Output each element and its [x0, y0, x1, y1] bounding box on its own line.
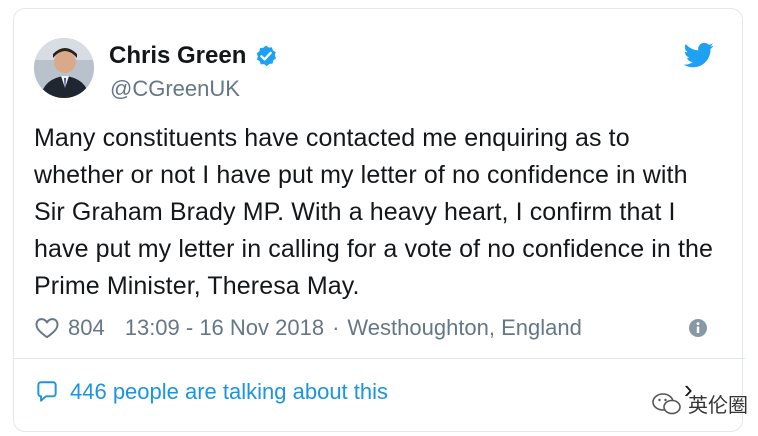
wechat-icon [652, 392, 681, 414]
watermark: 英伦圈 [652, 389, 748, 418]
heart-icon[interactable] [34, 315, 60, 341]
location[interactable]: Westhoughton, England [347, 315, 581, 341]
conversation-link[interactable]: 446 people are talking about this [34, 374, 388, 410]
watermark-text: 英伦圈 [688, 395, 748, 417]
footer-divider [13, 358, 745, 359]
talking-count: 446 people are talking about this [70, 379, 389, 404]
author-name[interactable]: Chris Green [109, 42, 246, 70]
author-handle[interactable]: @CGreenUK [110, 76, 240, 102]
author-row: Chris Green [109, 42, 278, 70]
meta-separator: · [332, 315, 340, 340]
like-count[interactable]: 804 [68, 315, 105, 341]
tweet-header: Chris Green @CGreenUK [34, 38, 714, 108]
speech-bubble-icon [37, 381, 57, 402]
avatar[interactable] [34, 38, 94, 98]
tweet-meta: 804 13:09 - 16 Nov 2018 · Westhoughton, … [34, 312, 710, 344]
twitter-bird-icon[interactable] [684, 40, 714, 70]
avatar-photo [34, 38, 94, 98]
tweet-text: Many constituents have contacted me enqu… [34, 124, 714, 300]
info-icon[interactable] [688, 318, 708, 338]
timestamp[interactable]: 13:09 - 16 Nov 2018 [125, 315, 324, 341]
verified-badge-icon [257, 45, 277, 67]
